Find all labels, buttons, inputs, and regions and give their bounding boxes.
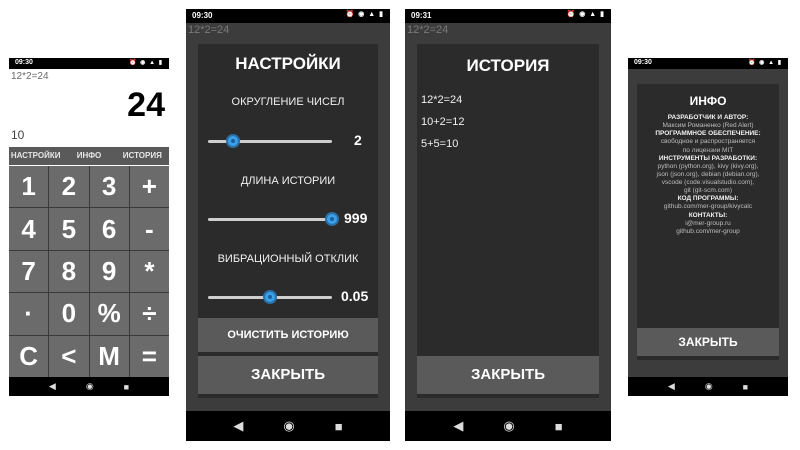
status-time: 09:30 (192, 11, 213, 20)
key-button[interactable]: 0 (49, 293, 89, 335)
software-text-1: свободное и распространяется (660, 138, 756, 146)
back-icon[interactable]: ◀ (453, 418, 463, 434)
dialog-title: ИСТОРИЯ (466, 56, 550, 75)
clear-history-button[interactable]: ОЧИСТИТЬ ИСТОРИЮ (198, 318, 378, 352)
key-button[interactable]: 3 (89, 166, 129, 208)
status-bar: 09:30 ⏰ ◉ ▲ ▮ (628, 58, 788, 69)
status-icons: ⏰ ◉ ▲ ▮ (345, 11, 384, 18)
author-text: Максим Романенко (Red Alert) (662, 122, 754, 130)
back-icon[interactable]: ◀ (233, 418, 243, 434)
home-icon[interactable]: ◉ (283, 418, 294, 434)
nav-bar: ◀ ◉ ■ (9, 377, 169, 396)
memory-display: 10 (11, 128, 25, 142)
status-icons: ⏰ ◉ ▲ ▮ (566, 11, 605, 18)
key-button[interactable]: 4 (9, 208, 49, 250)
history-item: 12*2=24 (421, 94, 463, 106)
rounding-label: ОКРУГЛЕНИЕ ЧИСЕЛ (231, 96, 345, 108)
back-icon[interactable]: ◀ (668, 381, 675, 392)
history-length-value: 999 (344, 210, 368, 226)
recents-icon[interactable]: ■ (555, 419, 563, 434)
key-button[interactable]: 2 (49, 166, 89, 208)
nav-bar: ◀ ◉ ■ (405, 411, 611, 441)
tools-text-1: python (python.org), kivy (kivy.org), (657, 162, 759, 170)
key-button[interactable]: C (9, 335, 49, 377)
status-icons: ⏰ ◉ ▲ ▮ (748, 60, 782, 66)
close-button[interactable]: ЗАКРЫТЬ (417, 356, 599, 394)
menu-history[interactable]: ИСТОРИЯ (116, 147, 169, 165)
vibration-label: ВИБРАЦИОННЫЙ ОТКЛИК (217, 253, 359, 265)
history-length-label: ДЛИНА ИСТОРИИ (240, 175, 336, 187)
key-button[interactable]: ÷ (129, 293, 169, 335)
key-button[interactable]: 8 (49, 250, 89, 293)
back-icon[interactable]: ◀ (49, 381, 56, 392)
tools-heading: ИНСТРУМЕНТЫ РАЗРАБОТКИ: (658, 154, 758, 162)
code-link[interactable]: github.com/mer-group/kivycalc (637, 203, 779, 211)
key-button[interactable]: < (49, 335, 89, 377)
phone-info: 09:30 ⏰ ◉ ▲ ▮ ИНФО РАЗРАБОТЧИК И АВТОР: … (628, 58, 788, 396)
contacts-heading: КОНТАКТЫ: (688, 211, 728, 219)
home-icon[interactable]: ◉ (503, 418, 514, 434)
close-button[interactable]: ЗАКРЫТЬ (637, 328, 779, 356)
phone-calculator: 09:30 ⏰ ◉ ▲ ▮ 12*2=24 24 10 НАСТРОЙКИ ИН… (9, 58, 169, 396)
menu-row: НАСТРОЙКИ ИНФО ИСТОРИЯ (9, 147, 169, 165)
rounding-value: 2 (354, 132, 362, 148)
status-time: 09:31 (411, 11, 432, 20)
info-dialog: ИНФО РАЗРАБОТЧИК И АВТОР: Максим Романен… (637, 84, 779, 360)
contact-github[interactable]: github.com/mer-group (637, 228, 779, 236)
tools-text-3: vscode (code.visualstudio.com), (661, 179, 755, 186)
code-heading: КОД ПРОГРАММЫ: (677, 195, 739, 203)
status-bar: 09:30 ⏰ ◉ ▲ ▮ (186, 9, 390, 23)
rounding-slider-thumb[interactable] (225, 134, 240, 148)
key-button[interactable]: 6 (89, 208, 129, 250)
key-button[interactable]: - (129, 208, 169, 250)
tools-text-4: git (git-scm.com) (683, 187, 733, 195)
contact-email[interactable]: i@mer-group.ru (637, 220, 779, 228)
dialog-title: ИНФО (689, 94, 727, 108)
key-button[interactable]: = (129, 335, 169, 377)
key-button[interactable]: + (129, 166, 169, 208)
dialog-title: НАСТРОЙКИ (235, 54, 341, 73)
background-expression: 12*2=24 (407, 24, 449, 36)
status-bar: 09:31 ⏰ ◉ ▲ ▮ (405, 9, 611, 23)
home-icon[interactable]: ◉ (86, 381, 94, 392)
expression-display: 12*2=24 (11, 71, 49, 82)
settings-dialog: НАСТРОЙКИ ОКРУГЛЕНИЕ ЧИСЕЛ 2 ДЛИНА ИСТОР… (198, 44, 378, 398)
menu-info[interactable]: ИНФО (62, 147, 115, 165)
key-button[interactable]: % (89, 293, 129, 335)
status-icons: ⏰ ◉ ▲ ▮ (129, 60, 163, 66)
history-dialog: ИСТОРИЯ 12*2=24 10+2=12 5+5=10 ЗАКРЫТЬ (417, 44, 599, 398)
home-icon[interactable]: ◉ (705, 381, 713, 392)
phone-history: 09:31 ⏰ ◉ ▲ ▮ 12*2=24 ИСТОРИЯ 12*2=24 10… (405, 9, 611, 441)
key-button[interactable]: M (89, 335, 129, 377)
key-button[interactable]: · (9, 293, 49, 335)
recents-icon[interactable]: ■ (743, 382, 748, 392)
vibration-value: 0.05 (341, 288, 369, 304)
result-display: 24 (127, 86, 165, 124)
vibration-slider-thumb[interactable] (263, 290, 277, 304)
history-length-slider-track[interactable] (208, 218, 332, 221)
recents-icon[interactable]: ■ (335, 419, 343, 434)
recents-icon[interactable]: ■ (124, 382, 129, 392)
status-bar: 09:30 ⏰ ◉ ▲ ▮ (9, 58, 169, 69)
key-button[interactable]: 1 (9, 166, 49, 208)
phone-settings: 09:30 ⏰ ◉ ▲ ▮ 12*2=24 НАСТРОЙКИ ОКРУГЛЕН… (186, 9, 390, 441)
key-button[interactable]: 7 (9, 250, 49, 293)
history-item: 10+2=12 (421, 116, 465, 128)
key-button[interactable]: * (129, 250, 169, 293)
background-expression: 12*2=24 (188, 24, 230, 36)
status-time: 09:30 (634, 59, 652, 66)
menu-settings[interactable]: НАСТРОЙКИ (9, 147, 62, 165)
key-button[interactable]: 5 (49, 208, 89, 250)
tools-text-2: json (json.org), debian (debian.org), (656, 170, 760, 178)
status-time: 09:30 (15, 59, 33, 66)
keypad: 1 2 3 +4 5 6- 7 8 9 * · 0% ÷ C < M = (9, 166, 169, 377)
history-length-slider-thumb[interactable] (325, 212, 339, 226)
software-text-2: по лицензии MIT (682, 146, 734, 154)
key-button[interactable]: 9 (89, 250, 129, 293)
nav-bar: ◀ ◉ ■ (628, 377, 788, 396)
history-item: 5+5=10 (421, 138, 459, 150)
author-heading: РАЗРАБОТЧИК И АВТОР: (667, 114, 749, 121)
nav-bar: ◀ ◉ ■ (186, 411, 390, 441)
close-button[interactable]: ЗАКРЫТЬ (198, 356, 378, 394)
